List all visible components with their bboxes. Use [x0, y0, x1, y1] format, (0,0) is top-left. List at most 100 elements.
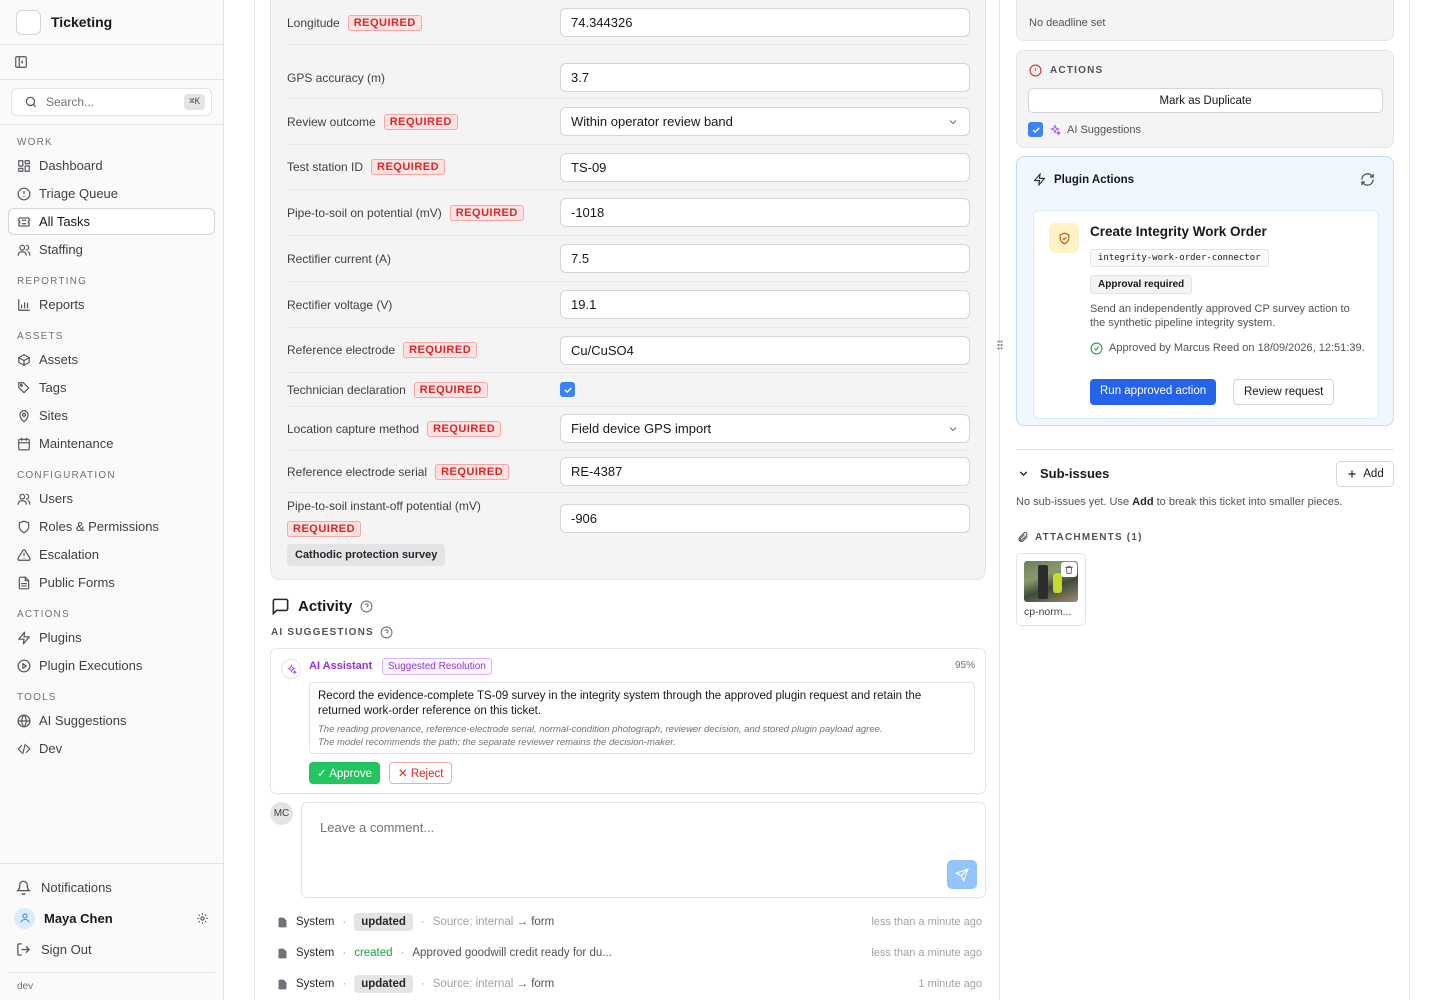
- field-label: GPS accuracy (m): [287, 71, 560, 85]
- notifications-label: Notifications: [41, 879, 112, 895]
- send-button[interactable]: [947, 860, 977, 889]
- sub-issues-toggle[interactable]: Sub-issues: [1017, 466, 1109, 481]
- ai-suggestion-card: AI Assistant Suggested Resolution 95% Re…: [270, 648, 986, 794]
- check-circle-icon: [1090, 342, 1103, 355]
- field-select[interactable]: Within operator review band: [560, 107, 970, 136]
- field-input[interactable]: 19.1: [560, 290, 970, 319]
- sidebar-item-label: Roles & Permissions: [39, 519, 159, 534]
- zap-icon: [1033, 173, 1046, 186]
- ai-suggestions-checkbox[interactable]: [1028, 122, 1043, 137]
- sidebar-item-sites[interactable]: Sites: [8, 402, 215, 429]
- required-badge: REQUIRED: [435, 463, 510, 480]
- suggestion-text: Record the evidence-complete TS-09 surve…: [318, 690, 922, 717]
- sidebar-toggle-icon[interactable]: [14, 55, 28, 69]
- sidebar-item-reports[interactable]: Reports: [8, 291, 215, 318]
- sidebar-item-plugin-executions[interactable]: Plugin Executions: [8, 652, 215, 679]
- env-label: dev: [8, 972, 215, 1000]
- help-circle-icon[interactable]: [360, 600, 373, 613]
- field-input[interactable]: -1018: [560, 198, 970, 227]
- sidebar: Ticketing Search... ⌘K WORK Dashboard Tria…: [0, 0, 224, 1000]
- field-input[interactable]: Cu/CuSO4: [560, 335, 970, 365]
- plus-icon: [1348, 470, 1356, 478]
- run-approved-action-button[interactable]: Run approved action: [1090, 379, 1217, 405]
- ticket-details-panel: No deadline set ACTIONS Mark as Duplicat…: [1001, 0, 1410, 1000]
- field-label: Pipe-to-soil instant-off potential (mV) R…: [287, 499, 560, 537]
- sidebar-item-public-forms[interactable]: Public Forms: [8, 569, 215, 596]
- field-label-text: Rectifier current (A): [287, 251, 392, 266]
- add-sub-issue-button[interactable]: Add: [1336, 461, 1394, 487]
- gear-icon[interactable]: [196, 912, 209, 925]
- required-badge: REQUIRED: [427, 420, 502, 437]
- actions-title: ACTIONS: [1050, 65, 1104, 76]
- field-value: Within operator review band: [571, 114, 733, 129]
- required-badge: REQUIRED: [347, 14, 422, 31]
- log-timestamp: 1 minute ago: [918, 978, 982, 990]
- attachment-thumbnail[interactable]: cp-norm...: [1016, 553, 1086, 626]
- log-action: updated: [354, 913, 413, 931]
- deadline-card: No deadline set: [1016, 0, 1394, 41]
- file-icon: [277, 917, 288, 928]
- log-timestamp: less than a minute ago: [871, 947, 982, 959]
- field-input[interactable]: 3.7: [560, 63, 970, 92]
- sidebar-item-assets[interactable]: Assets: [8, 346, 215, 373]
- nav-group: WORK Dashboard Triage Queue All Tasks Staffi…: [0, 125, 223, 263]
- search-input[interactable]: Search... ⌘K: [11, 88, 212, 116]
- nav-section-title: CONFIGURATION: [17, 470, 116, 481]
- field-input[interactable]: RE-4387: [560, 457, 970, 486]
- ai-suggestions-title: AI SUGGESTIONS: [271, 627, 374, 638]
- sidebar-item-escalation[interactable]: Escalation: [8, 541, 215, 568]
- search-shortcut: ⌘K: [184, 94, 205, 110]
- sidebar-item-all-tasks[interactable]: All Tasks: [8, 208, 215, 235]
- ticket-main: Cathodic protection survey Longitude REQU…: [254, 0, 1000, 1000]
- sidebar-item-staffing[interactable]: Staffing: [8, 236, 215, 263]
- user-profile[interactable]: Maya Chen: [8, 902, 215, 934]
- log-detail: Approved goodwill credit ready for du...: [412, 947, 612, 959]
- divider: [1016, 449, 1394, 450]
- sidebar-item-tags[interactable]: Tags: [8, 374, 215, 401]
- sidebar-item-dashboard[interactable]: Dashboard: [8, 152, 215, 179]
- paperclip-icon: [1018, 532, 1028, 542]
- sidebar-item-label: Staffing: [39, 242, 83, 257]
- nav-section-title: TOOLS: [17, 692, 57, 703]
- field-select[interactable]: Field device GPS import: [560, 414, 970, 443]
- nav-group: CONFIGURATION Users Roles & Permissions Esc…: [0, 458, 223, 596]
- field-input[interactable]: 74.344326: [560, 8, 970, 37]
- ai-suggestions-heading: AI SUGGESTIONS: [271, 626, 393, 639]
- deadline-text: No deadline set: [1029, 17, 1106, 29]
- sign-out-link[interactable]: Sign Out: [8, 934, 215, 964]
- sidebar-item-roles-permissions[interactable]: Roles & Permissions: [8, 513, 215, 540]
- approve-button[interactable]: ✓ Approve: [309, 762, 381, 784]
- trash-icon[interactable]: [1061, 562, 1077, 577]
- notifications-link[interactable]: Notifications: [8, 872, 215, 902]
- refresh-icon[interactable]: [1360, 172, 1375, 187]
- field-input[interactable]: -906: [560, 503, 970, 533]
- field-label: Rectifier current (A): [287, 252, 560, 266]
- form-field-row: Longitude REQUIRED 74.344326: [287, 1, 971, 45]
- ai-suggestions-toggle[interactable]: AI Suggestions: [1028, 122, 1141, 137]
- sidebar-item-ai-suggestions[interactable]: AI Suggestions: [8, 707, 215, 734]
- sidebar-item-plugins[interactable]: Plugins: [8, 624, 215, 651]
- mark-duplicate-button[interactable]: Mark as Duplicate: [1028, 88, 1383, 113]
- nav-section-title: WORK: [17, 137, 53, 148]
- attachments-title: ATTACHMENTS (1): [1035, 531, 1143, 543]
- sidebar-item-maintenance[interactable]: Maintenance: [8, 430, 215, 457]
- empty-text-start: No sub-issues yet. Use: [1016, 496, 1130, 508]
- sidebar-item-label: Public Forms: [39, 575, 115, 590]
- sidebar-item-users[interactable]: Users: [8, 485, 215, 512]
- comment-input[interactable]: [320, 820, 820, 835]
- field-label-text: Pipe-to-soil on potential (mV): [287, 205, 442, 220]
- sidebar-item-dev[interactable]: Dev: [8, 735, 215, 762]
- technician-declaration-checkbox[interactable]: [560, 382, 575, 397]
- sidebar-item-triage-queue[interactable]: Triage Queue: [8, 180, 215, 207]
- help-circle-icon[interactable]: [380, 626, 393, 639]
- check-icon: [1032, 126, 1040, 133]
- play-circle-icon: [17, 659, 31, 673]
- confidence-score: 95%: [954, 660, 975, 671]
- review-request-button[interactable]: Review request: [1233, 379, 1335, 405]
- nav-group: ACTIONS Plugins Plugin Executions: [0, 597, 223, 679]
- form-field-row: Review outcome REQUIRED Within operator re…: [287, 99, 971, 145]
- field-input[interactable]: 7.5: [560, 244, 970, 273]
- field-input[interactable]: TS-09: [560, 152, 970, 182]
- reject-button[interactable]: ✕ Reject: [389, 762, 453, 784]
- field-value: 19.1: [571, 297, 597, 312]
